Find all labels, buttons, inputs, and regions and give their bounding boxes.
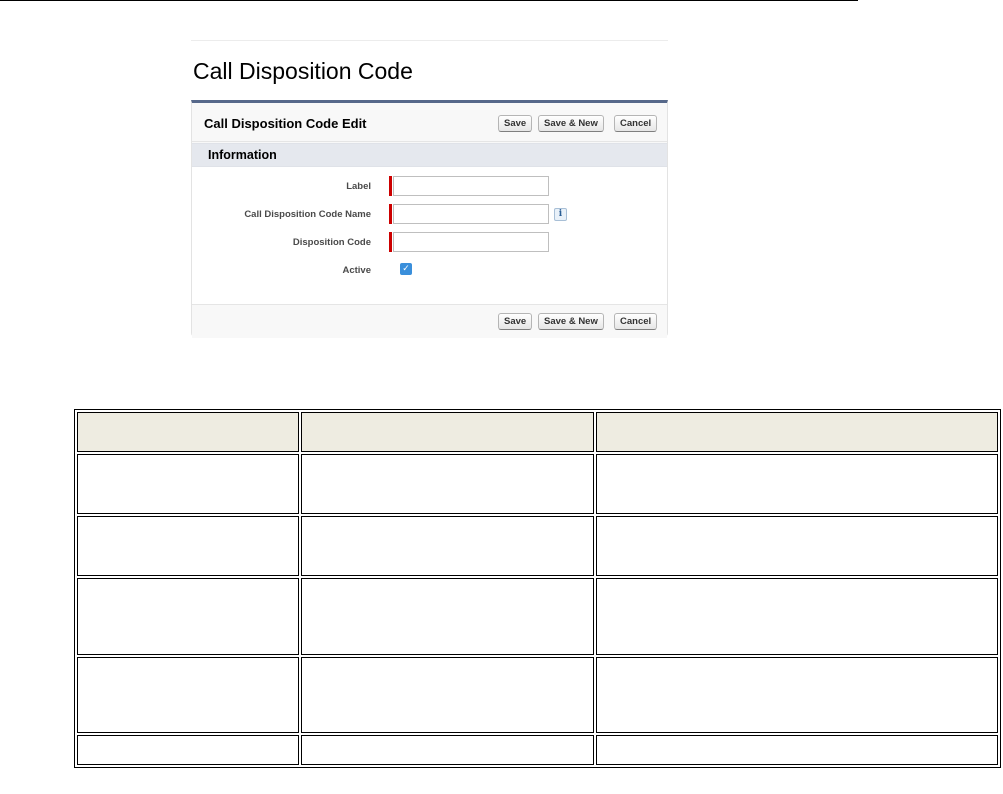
table-cell	[596, 656, 998, 733]
table-cell	[301, 656, 594, 733]
edit-title: Call Disposition Code Edit	[204, 116, 367, 131]
table-header-row	[77, 412, 998, 453]
table-cell	[596, 454, 998, 515]
disposition-code-input[interactable]	[393, 232, 549, 252]
cancel-button[interactable]: Cancel	[614, 313, 658, 330]
top-rule	[0, 0, 858, 1]
edit-panel: Call Disposition Code Edit Save Save & N…	[191, 100, 668, 338]
save-button[interactable]: Save	[498, 313, 533, 330]
table-header-cell	[77, 412, 299, 453]
form-body: Label Call Disposition Code Name i Dispo…	[192, 167, 667, 304]
table-cell	[301, 516, 594, 577]
table-row	[77, 734, 998, 765]
table-cell	[77, 454, 299, 515]
active-checkbox[interactable]: ✓	[400, 263, 412, 275]
section-title: Information	[208, 148, 277, 162]
table-cell	[596, 578, 998, 655]
save-button[interactable]: Save	[498, 115, 533, 132]
table-cell	[77, 578, 299, 655]
required-indicator	[389, 176, 392, 196]
info-icon[interactable]: i	[554, 208, 567, 221]
section-header: Information	[192, 143, 667, 167]
table-header-cell	[301, 412, 594, 453]
call-disposition-code-name-input[interactable]	[393, 204, 549, 224]
label-field-label: Label	[346, 181, 371, 192]
table-row	[77, 656, 998, 733]
cancel-button[interactable]: Cancel	[614, 115, 658, 132]
table-cell	[77, 656, 299, 733]
panel-footer: Save Save & New Cancel	[192, 304, 667, 338]
divider	[191, 40, 668, 41]
table-cell	[596, 516, 998, 577]
call-disposition-form-screenshot: Call Disposition Code Call Disposition C…	[191, 40, 668, 338]
table-cell	[301, 454, 594, 515]
save-and-new-button[interactable]: Save & New	[538, 115, 604, 132]
table-cell	[596, 734, 998, 765]
table-row	[77, 516, 998, 577]
page-title: Call Disposition Code	[193, 58, 413, 84]
table-row	[77, 578, 998, 655]
required-indicator	[389, 232, 392, 252]
panel-header: Call Disposition Code Edit Save Save & N…	[192, 103, 667, 142]
table-cell	[77, 734, 299, 765]
table-cell	[77, 516, 299, 577]
disposition-code-field-label: Disposition Code	[292, 237, 371, 248]
required-indicator	[389, 204, 392, 224]
name-field-label: Call Disposition Code Name	[244, 209, 371, 220]
table-row	[77, 454, 998, 515]
label-input[interactable]	[393, 176, 549, 196]
table-header-cell	[596, 412, 998, 453]
table-cell	[301, 734, 594, 765]
field-description-table	[74, 409, 1001, 768]
table-cell	[301, 578, 594, 655]
save-and-new-button[interactable]: Save & New	[538, 313, 604, 330]
active-field-label: Active	[342, 265, 371, 276]
